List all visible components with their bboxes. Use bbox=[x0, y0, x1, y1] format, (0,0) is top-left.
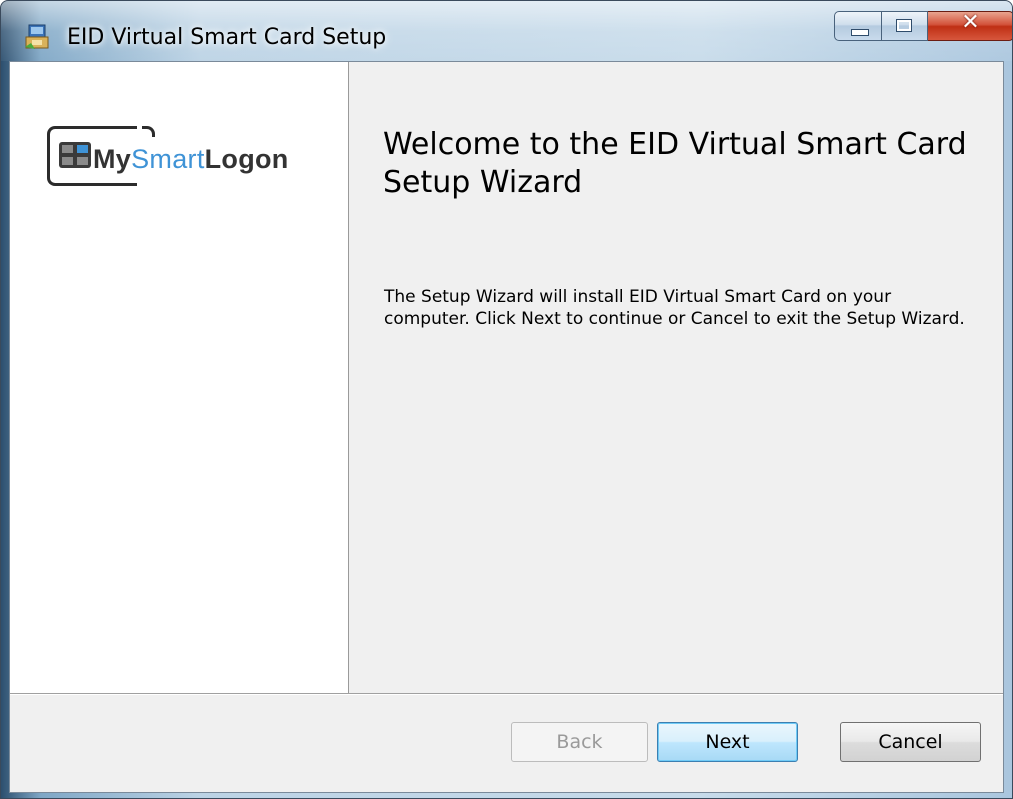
close-icon: ✕ bbox=[961, 10, 980, 35]
wizard-client-area: MySmartLogon Welcome to the EID Virtual … bbox=[9, 61, 1004, 793]
caption-buttons: ✕ bbox=[834, 10, 1012, 43]
window-title: EID Virtual Smart Card Setup bbox=[67, 25, 387, 50]
logo-logon: Logon bbox=[204, 144, 289, 174]
welcome-heading: Welcome to the EID Virtual Smart Card Se… bbox=[383, 127, 967, 200]
next-button[interactable]: Next bbox=[657, 722, 798, 762]
minimize-button[interactable] bbox=[834, 11, 882, 41]
logo-my: My bbox=[93, 144, 132, 174]
welcome-description: The Setup Wizard will install EID Virtua… bbox=[384, 287, 965, 329]
mysmartlogon-logo: MySmartLogon bbox=[45, 122, 295, 192]
title-bar[interactable]: EID Virtual Smart Card Setup ✕ bbox=[1, 1, 1012, 61]
smart-card-chip-icon bbox=[59, 142, 91, 168]
button-separator bbox=[10, 693, 1003, 695]
logo-wordmark: MySmartLogon bbox=[93, 144, 289, 175]
maximize-button[interactable] bbox=[882, 11, 928, 41]
back-button[interactable]: Back bbox=[511, 722, 648, 762]
minimize-icon bbox=[851, 29, 869, 36]
setup-window: EID Virtual Smart Card Setup ✕ MySmartLo… bbox=[0, 0, 1013, 799]
maximize-icon bbox=[896, 19, 912, 32]
cancel-button[interactable]: Cancel bbox=[840, 722, 981, 762]
installer-icon bbox=[25, 24, 49, 49]
close-button[interactable]: ✕ bbox=[928, 10, 1012, 41]
banner-panel: MySmartLogon bbox=[10, 62, 349, 693]
logo-smart: Smart bbox=[131, 144, 205, 174]
